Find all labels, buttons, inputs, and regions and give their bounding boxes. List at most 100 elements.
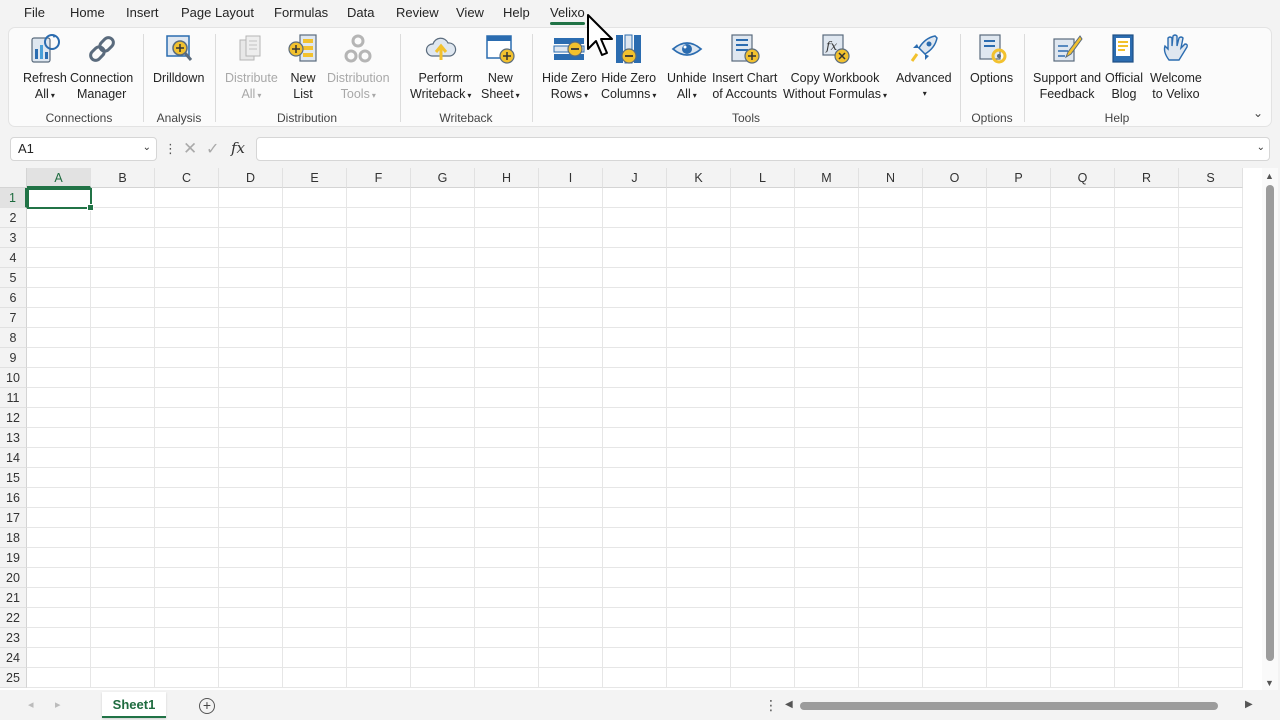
cell-p11[interactable]	[987, 388, 1051, 408]
cell-a22[interactable]	[27, 608, 91, 628]
cell-g5[interactable]	[411, 268, 475, 288]
cell-p15[interactable]	[987, 468, 1051, 488]
cell-c20[interactable]	[155, 568, 219, 588]
tab-formulas[interactable]: Formulas	[274, 5, 328, 20]
cell-i7[interactable]	[539, 308, 603, 328]
column-header-s[interactable]: S	[1179, 168, 1243, 188]
horizontal-scroll-thumb[interactable]	[800, 702, 1218, 710]
cell-j25[interactable]	[603, 668, 667, 688]
cell-b19[interactable]	[91, 548, 155, 568]
cell-e6[interactable]	[283, 288, 347, 308]
cell-l11[interactable]	[731, 388, 795, 408]
cell-p23[interactable]	[987, 628, 1051, 648]
cell-n6[interactable]	[859, 288, 923, 308]
cell-a19[interactable]	[27, 548, 91, 568]
cell-i9[interactable]	[539, 348, 603, 368]
cell-f12[interactable]	[347, 408, 411, 428]
scroll-left-icon[interactable]: ◀	[785, 699, 793, 710]
cell-q17[interactable]	[1051, 508, 1115, 528]
cell-j14[interactable]	[603, 448, 667, 468]
row-header-9[interactable]: 9	[0, 348, 27, 368]
cell-h2[interactable]	[475, 208, 539, 228]
cell-k10[interactable]	[667, 368, 731, 388]
cell-s3[interactable]	[1179, 228, 1243, 248]
row-header-4[interactable]: 4	[0, 248, 27, 268]
cell-q13[interactable]	[1051, 428, 1115, 448]
cell-i12[interactable]	[539, 408, 603, 428]
cell-r7[interactable]	[1115, 308, 1179, 328]
cell-m13[interactable]	[795, 428, 859, 448]
cell-m11[interactable]	[795, 388, 859, 408]
cell-d21[interactable]	[219, 588, 283, 608]
distribution-tools-button[interactable]: Distribution Tools ▾	[327, 32, 390, 104]
cell-i25[interactable]	[539, 668, 603, 688]
cell-g19[interactable]	[411, 548, 475, 568]
cell-c8[interactable]	[155, 328, 219, 348]
insert-function-icon[interactable]: fx	[231, 139, 245, 157]
cell-p20[interactable]	[987, 568, 1051, 588]
sheet-tab-sheet1[interactable]: Sheet1	[102, 692, 166, 718]
cell-e14[interactable]	[283, 448, 347, 468]
cell-f17[interactable]	[347, 508, 411, 528]
row-header-7[interactable]: 7	[0, 308, 27, 328]
cell-r15[interactable]	[1115, 468, 1179, 488]
cell-p5[interactable]	[987, 268, 1051, 288]
row-header-13[interactable]: 13	[0, 428, 27, 448]
cell-j19[interactable]	[603, 548, 667, 568]
cell-m6[interactable]	[795, 288, 859, 308]
cell-k19[interactable]	[667, 548, 731, 568]
cell-a17[interactable]	[27, 508, 91, 528]
new-list-button[interactable]: New List	[286, 32, 320, 102]
row-header-23[interactable]: 23	[0, 628, 27, 648]
cell-s16[interactable]	[1179, 488, 1243, 508]
cell-k8[interactable]	[667, 328, 731, 348]
cell-s7[interactable]	[1179, 308, 1243, 328]
cell-h13[interactable]	[475, 428, 539, 448]
cell-g23[interactable]	[411, 628, 475, 648]
cell-q20[interactable]	[1051, 568, 1115, 588]
cell-i18[interactable]	[539, 528, 603, 548]
chevron-down-icon[interactable]: ⌄	[143, 142, 151, 153]
cell-m7[interactable]	[795, 308, 859, 328]
cell-d12[interactable]	[219, 408, 283, 428]
cell-h22[interactable]	[475, 608, 539, 628]
cell-b17[interactable]	[91, 508, 155, 528]
cell-k16[interactable]	[667, 488, 731, 508]
cell-g11[interactable]	[411, 388, 475, 408]
tab-insert[interactable]: Insert	[126, 5, 159, 20]
cell-o2[interactable]	[923, 208, 987, 228]
cell-n2[interactable]	[859, 208, 923, 228]
cell-g3[interactable]	[411, 228, 475, 248]
cell-j11[interactable]	[603, 388, 667, 408]
cell-c24[interactable]	[155, 648, 219, 668]
cell-s12[interactable]	[1179, 408, 1243, 428]
cell-i16[interactable]	[539, 488, 603, 508]
cell-c5[interactable]	[155, 268, 219, 288]
cell-f25[interactable]	[347, 668, 411, 688]
row-header-20[interactable]: 20	[0, 568, 27, 588]
row-header-25[interactable]: 25	[0, 668, 27, 688]
cell-b3[interactable]	[91, 228, 155, 248]
cell-j2[interactable]	[603, 208, 667, 228]
cell-g24[interactable]	[411, 648, 475, 668]
cell-a24[interactable]	[27, 648, 91, 668]
cell-g1[interactable]	[411, 188, 475, 208]
cell-h20[interactable]	[475, 568, 539, 588]
cell-q22[interactable]	[1051, 608, 1115, 628]
cell-a21[interactable]	[27, 588, 91, 608]
cell-o7[interactable]	[923, 308, 987, 328]
cell-j18[interactable]	[603, 528, 667, 548]
column-header-g[interactable]: G	[411, 168, 475, 188]
cell-g22[interactable]	[411, 608, 475, 628]
cell-f6[interactable]	[347, 288, 411, 308]
cell-f22[interactable]	[347, 608, 411, 628]
cell-a10[interactable]	[27, 368, 91, 388]
cell-o17[interactable]	[923, 508, 987, 528]
cell-k22[interactable]	[667, 608, 731, 628]
column-header-a[interactable]: A	[27, 168, 91, 188]
cell-s20[interactable]	[1179, 568, 1243, 588]
cell-r19[interactable]	[1115, 548, 1179, 568]
column-header-c[interactable]: C	[155, 168, 219, 188]
cell-p2[interactable]	[987, 208, 1051, 228]
cell-c7[interactable]	[155, 308, 219, 328]
